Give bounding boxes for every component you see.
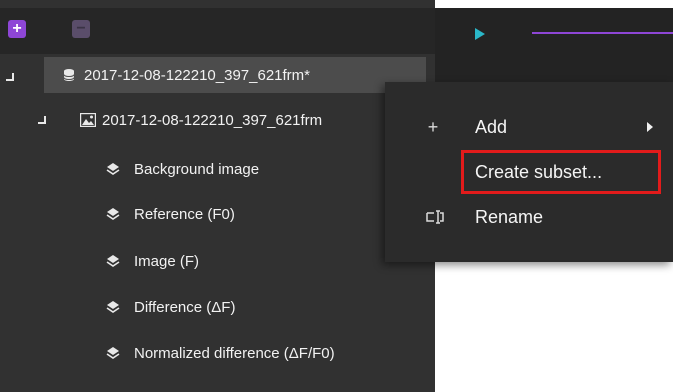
tree-item-layer[interactable]: Reference (F0) [106, 196, 406, 232]
layer-label: Background image [134, 160, 260, 178]
context-menu: + Add Create subset... Rename [385, 82, 673, 262]
collapse-toggle-root[interactable] [6, 73, 14, 81]
plus-icon: + [427, 116, 439, 137]
add-layer-button[interactable]: + [8, 20, 26, 38]
timeline-slider[interactable] [532, 32, 673, 34]
layer-label: Reference (F0) [134, 205, 235, 223]
remove-layer-button[interactable]: − [72, 20, 90, 38]
menu-item-add[interactable]: + Add [385, 106, 673, 148]
layers-icon [106, 208, 120, 220]
layers-icon [106, 347, 120, 359]
minus-icon: − [76, 20, 86, 37]
tree-item-root-label: 2017-12-08-122210_397_621frm* [84, 66, 311, 84]
menu-item-add-label: Add [475, 116, 508, 137]
highlight-annotation [461, 150, 661, 194]
layer-label: Normalized difference (ΔF/F0) [134, 344, 335, 362]
tree-item-layer[interactable]: Background image [106, 151, 406, 187]
tree-item-layer[interactable]: Normalized difference (ΔF/F0) [106, 335, 426, 371]
tree-item-image[interactable]: 2017-12-08-122210_397_621frm [80, 102, 420, 138]
menu-item-rename[interactable]: Rename [385, 196, 673, 238]
layers-icon [106, 301, 120, 313]
tree-item-root[interactable]: 2017-12-08-122210_397_621frm* [44, 57, 426, 93]
tree-item-image-label: 2017-12-08-122210_397_621frm [102, 111, 323, 129]
tree-toolbar: + − [0, 8, 435, 54]
layer-label: Difference (ΔF) [134, 298, 236, 316]
rename-icon [426, 210, 444, 224]
play-icon[interactable] [475, 28, 485, 40]
layer-tree-panel: + − 2017-12-08-122210_397_621frm* 2017-1… [0, 0, 435, 392]
tree-item-layer[interactable]: Difference (ΔF) [106, 289, 406, 325]
layer-label: Image (F) [134, 252, 200, 270]
database-icon [63, 69, 75, 81]
layers-icon [106, 255, 120, 267]
image-icon [80, 113, 96, 127]
tree-item-layer[interactable]: Image (F) [106, 243, 406, 279]
menu-item-rename-label: Rename [475, 206, 544, 227]
collapse-toggle-child[interactable] [38, 116, 46, 124]
layers-icon [106, 163, 120, 175]
plus-icon: + [12, 20, 22, 37]
submenu-arrow-icon [647, 122, 653, 132]
